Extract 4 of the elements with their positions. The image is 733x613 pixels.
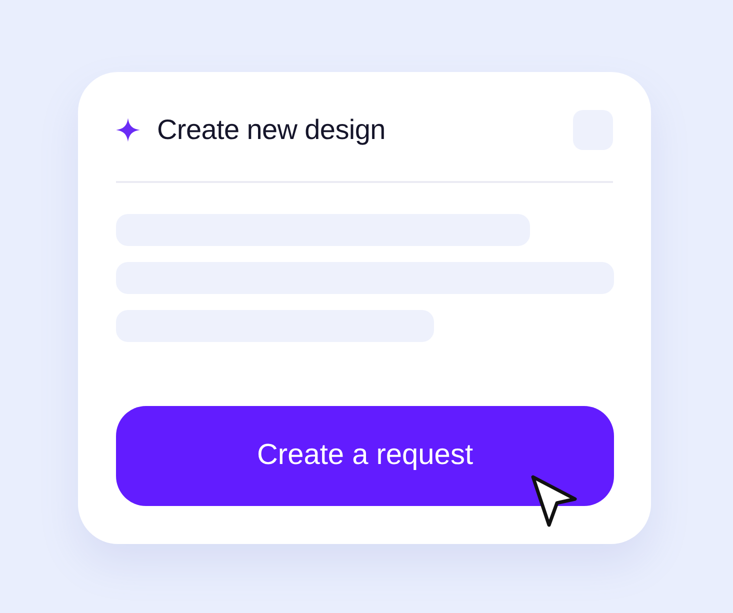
create-request-button[interactable]: Create a request xyxy=(116,406,614,506)
card-title: Create new design xyxy=(157,113,386,147)
cursor-icon xyxy=(529,473,579,529)
sparkle-icon xyxy=(115,117,141,143)
